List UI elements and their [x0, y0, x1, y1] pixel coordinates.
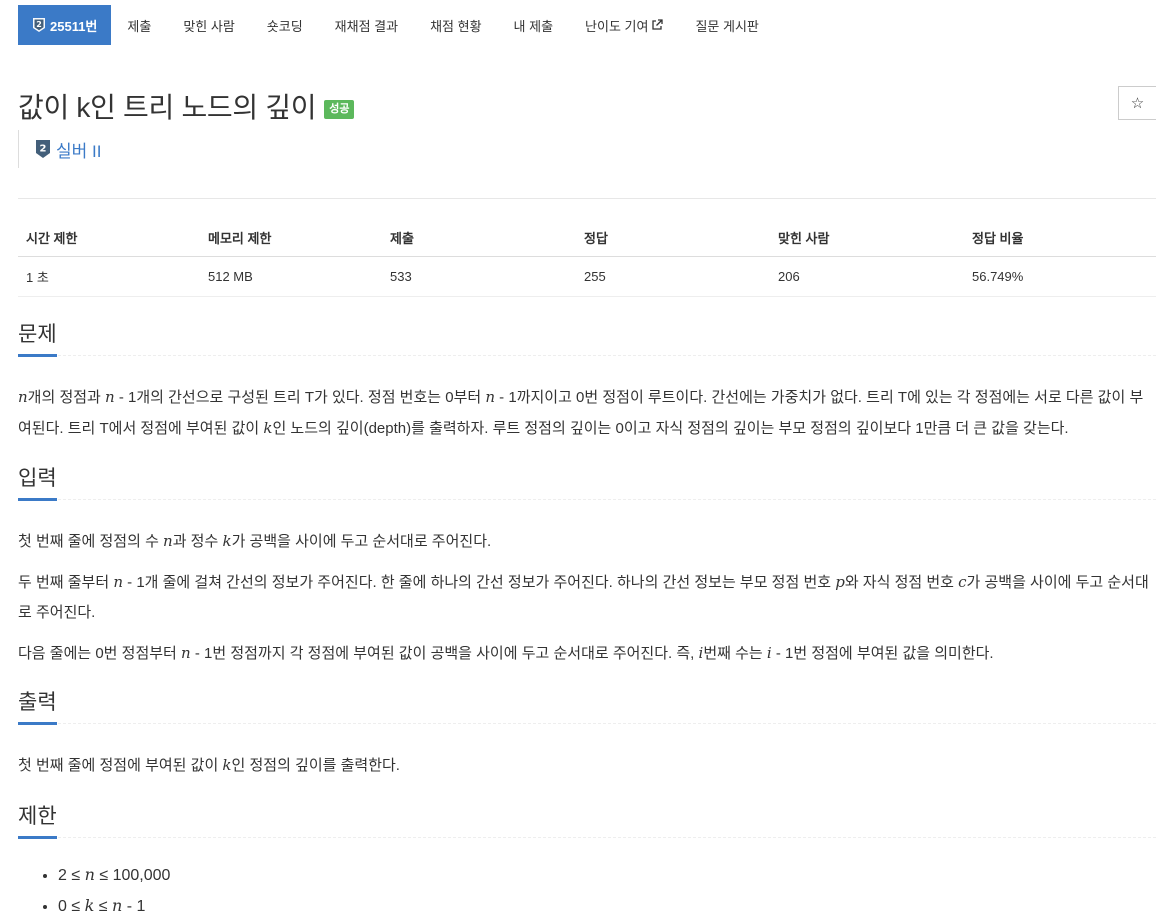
- text: - 1번 정점까지 각 정점에 부여된 값이 공백을 사이에 두고 순서대로 주…: [190, 645, 699, 662]
- input-line-2: 두 번째 줄부터 n - 1개 줄에 걸쳐 간선의 정보가 주어진다. 한 줄에…: [18, 567, 1156, 628]
- section-title-output: 출력: [18, 686, 57, 725]
- page-title: 값이 k인 트리 노드의 깊이: [18, 92, 317, 123]
- star-icon: ☆: [1130, 95, 1145, 112]
- tab-short-coding[interactable]: 숏코딩: [251, 5, 319, 45]
- input-line-1: 첫 번째 줄에 정점의 수 n과 정수 k가 공백을 사이에 두고 순서대로 주…: [18, 526, 1156, 557]
- var-k: k: [84, 896, 95, 915]
- text: 과 정수: [172, 533, 223, 550]
- tab-my-submissions[interactable]: 내 제출: [498, 5, 570, 45]
- problem-id: 25511번: [50, 18, 98, 34]
- header-solvers: 맞힌 사람: [770, 220, 964, 257]
- output-description: 첫 번째 줄에 정점에 부여된 값이 k인 정점의 깊이를 출력한다.: [18, 750, 1156, 781]
- var-n: n: [113, 573, 123, 591]
- tab-solvers[interactable]: 맞힌 사람: [167, 5, 250, 45]
- problem-section: 문제 n개의 정점과 n - 1개의 간선으로 구성된 트리 T가 있다. 정점…: [18, 322, 1156, 444]
- var-n: n: [485, 388, 496, 406]
- text: 첫 번째 줄에 정점에 부여된 값이: [18, 757, 223, 774]
- text: 2 ≤: [58, 867, 85, 884]
- table-row: 1 초 512 MB 533 255 206 56.749%: [18, 256, 1156, 297]
- time-limit-value: 1 초: [18, 256, 200, 297]
- problem-nav: 2 25511번 제출 맞힌 사람 숏코딩 재채점 결과 채점 현황 내 제출 …: [18, 5, 775, 45]
- var-n: n: [181, 644, 191, 662]
- text: 인 노드의 깊이(depth)를 출력하자. 루트 정점의 깊이는 0이고 자식…: [272, 420, 1069, 437]
- text: 다음 줄에는 0번 정점부터: [18, 645, 182, 662]
- text: 0 ≤: [58, 898, 85, 915]
- section-title-input: 입력: [18, 462, 57, 501]
- header-time-limit: 시간 제한: [18, 220, 200, 257]
- tab-rejudge[interactable]: 재채점 결과: [319, 5, 414, 45]
- silver-tier-icon: 2: [35, 139, 51, 159]
- problem-info-table: 시간 제한 메모리 제한 제출 정답 맞힌 사람 정답 비율 1 초 512 M…: [18, 220, 1156, 297]
- star-button[interactable]: ☆: [1118, 86, 1156, 120]
- text: ≤ 100,000: [94, 867, 171, 884]
- header-accepted: 정답: [576, 220, 770, 257]
- header-memory-limit: 메모리 제한: [200, 220, 382, 257]
- status-badge: 성공: [324, 99, 355, 119]
- text: 가 공백을 사이에 두고 순서대로 주어진다.: [231, 533, 492, 550]
- ratio-value: 56.749%: [964, 256, 1156, 297]
- divider: [18, 198, 1156, 199]
- section-title-limits: 제한: [18, 800, 57, 839]
- tab-submit[interactable]: 제출: [111, 5, 167, 45]
- list-item: 2 ≤ n ≤ 100,000: [58, 860, 1156, 891]
- header-ratio: 정답 비율: [964, 220, 1156, 257]
- section-header: 출력: [18, 690, 1156, 725]
- limits-list: 2 ≤ n ≤ 100,000 0 ≤ k ≤ n - 1: [18, 860, 1156, 921]
- var-p: p: [835, 573, 845, 591]
- text: 첫 번째 줄에 정점의 수: [18, 533, 164, 550]
- title-row: 값이 k인 트리 노드의 깊이 성공: [18, 86, 355, 126]
- text: 와 자식 정점 번호: [844, 574, 959, 591]
- text: - 1개 줄에 걸쳐 간선의 정보가 주어진다. 한 줄에 하나의 간선 정보가…: [122, 574, 836, 591]
- var-n: n: [163, 532, 173, 550]
- text: - 1개의 간선으로 구성된 트리 T가 있다. 정점 번호는 0부터: [114, 389, 486, 406]
- tab-status[interactable]: 채점 현황: [414, 5, 497, 45]
- tab-difficulty-label: 난이도 기여: [585, 18, 649, 34]
- external-link-icon: [651, 19, 664, 31]
- var-k: k: [222, 756, 232, 774]
- tab-qna-board[interactable]: 질문 게시판: [679, 5, 774, 45]
- input-section: 입력 첫 번째 줄에 정점의 수 n과 정수 k가 공백을 사이에 두고 순서대…: [18, 466, 1156, 669]
- problem-description: n개의 정점과 n - 1개의 간선으로 구성된 트리 T가 있다. 정점 번호…: [18, 382, 1156, 444]
- var-c: c: [958, 573, 967, 591]
- section-header: 입력: [18, 466, 1156, 501]
- text: ≤: [94, 898, 112, 915]
- var-n: n: [84, 865, 95, 884]
- input-line-3: 다음 줄에는 0번 정점부터 n - 1번 정점까지 각 정점에 부여된 값이 …: [18, 638, 1156, 669]
- submissions-value: 533: [382, 256, 576, 297]
- table-header-row: 시간 제한 메모리 제한 제출 정답 맞힌 사람 정답 비율: [18, 220, 1156, 257]
- section-title-problem: 문제: [18, 318, 57, 357]
- text: 번째 수는: [703, 645, 767, 662]
- svg-text:2: 2: [36, 20, 42, 29]
- tier-label[interactable]: 실버 II: [56, 137, 101, 162]
- section-header: 제한: [18, 804, 1156, 839]
- text: - 1: [122, 898, 146, 915]
- var-n: n: [18, 388, 28, 406]
- var-k: k: [222, 532, 232, 550]
- limits-section: 제한 2 ≤ n ≤ 100,000 0 ≤ k ≤ n - 1: [18, 804, 1156, 921]
- tab-problem[interactable]: 2 25511번: [18, 5, 112, 45]
- svg-text:2: 2: [40, 144, 47, 155]
- var-n: n: [111, 896, 123, 915]
- silver-tier-icon: 2: [32, 17, 46, 33]
- memory-limit-value: 512 MB: [200, 256, 382, 297]
- list-item: 0 ≤ k ≤ n - 1: [58, 891, 1156, 921]
- text: 인 정점의 깊이를 출력한다.: [231, 757, 400, 774]
- section-header: 문제: [18, 322, 1156, 357]
- text: - 1번 정점에 부여된 값을 의미한다.: [771, 645, 994, 662]
- output-section: 출력 첫 번째 줄에 정점에 부여된 값이 k인 정점의 깊이를 출력한다.: [18, 690, 1156, 781]
- solvers-value: 206: [770, 256, 964, 297]
- header-submissions: 제출: [382, 220, 576, 257]
- text: 두 번째 줄부터: [18, 574, 114, 591]
- accepted-value: 255: [576, 256, 770, 297]
- var-n: n: [105, 388, 115, 406]
- tab-difficulty-contribution[interactable]: 난이도 기여: [569, 5, 679, 45]
- tier-row: 2 실버 II: [18, 130, 101, 168]
- text: 개의 정점과: [27, 389, 106, 406]
